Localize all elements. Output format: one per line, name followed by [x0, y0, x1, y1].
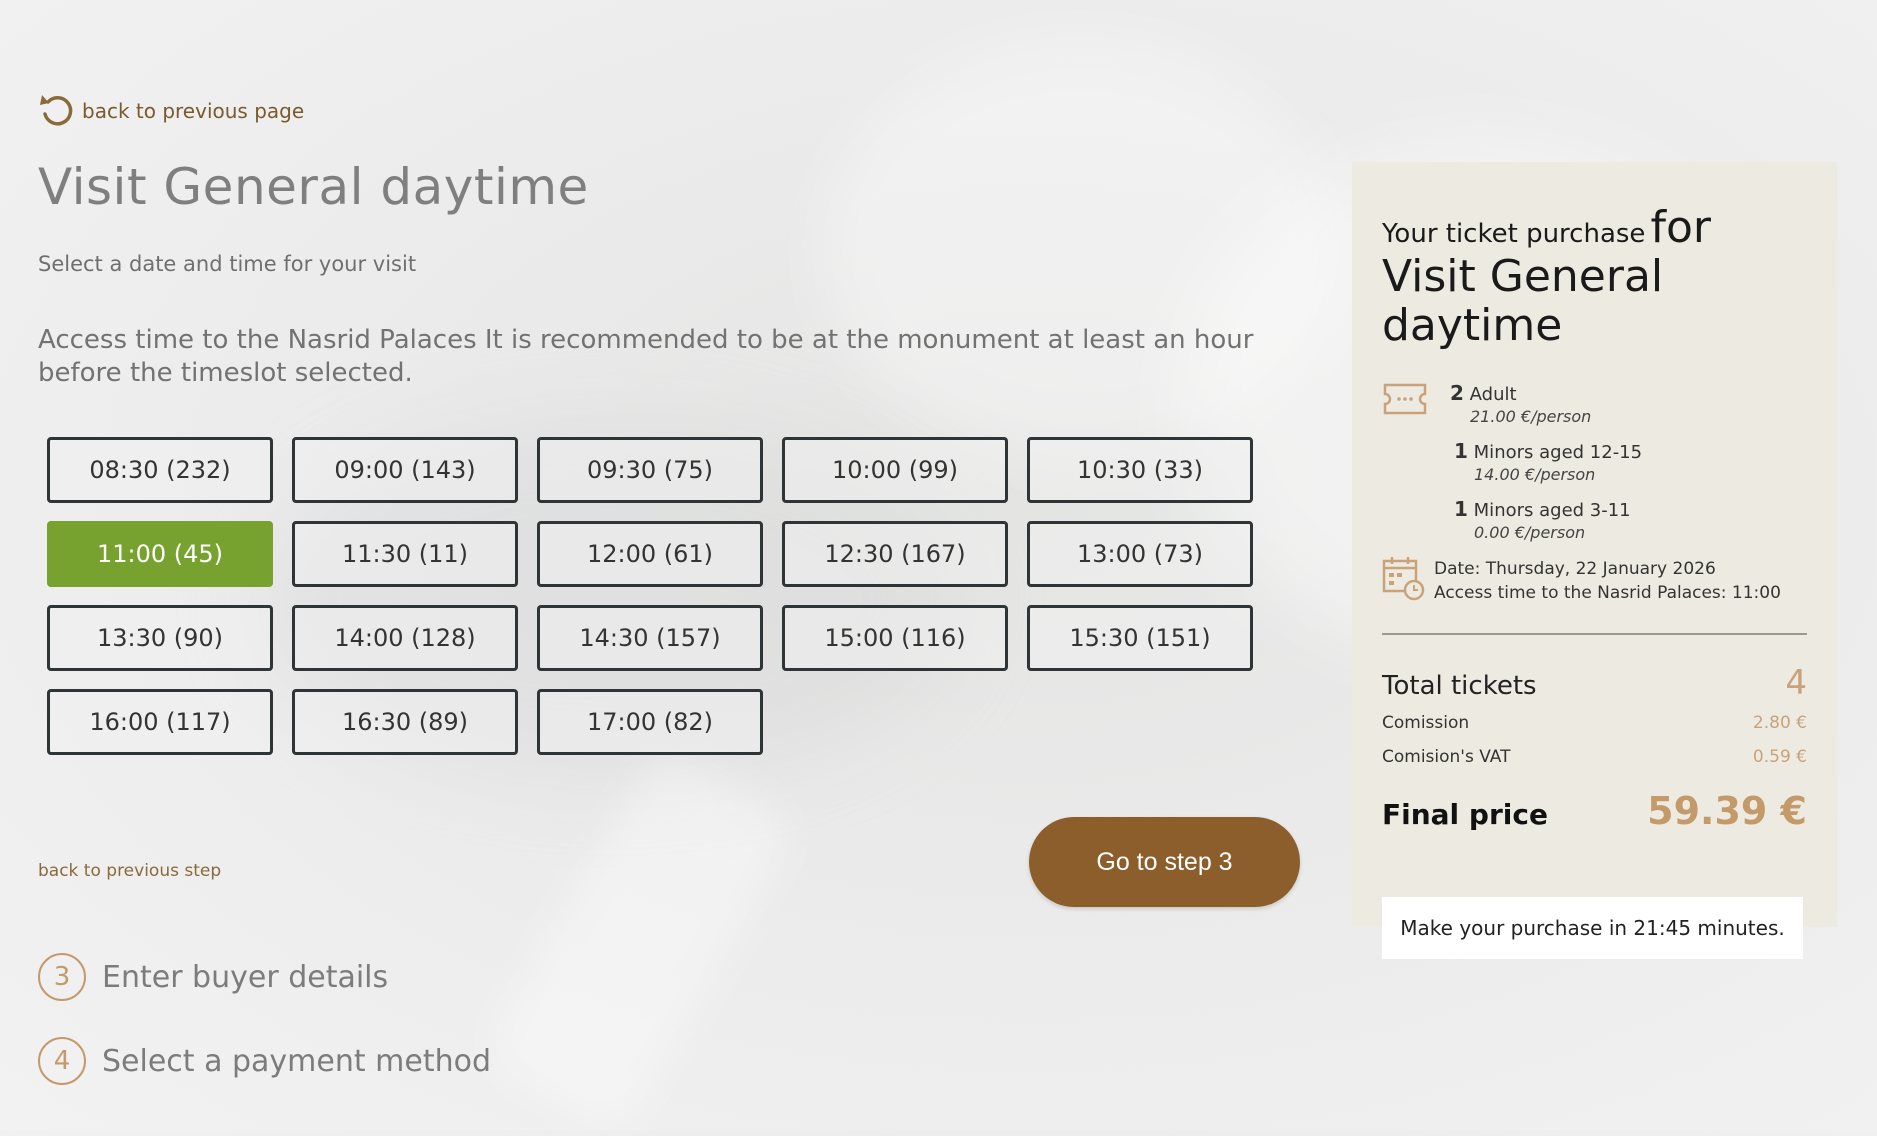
timeslot-grid: 08:30 (232) 09:00 (143) 09:30 (75) 10:00… — [47, 437, 1253, 755]
ticket-icon — [1383, 383, 1427, 415]
step-label: Select a payment method — [102, 1043, 492, 1079]
step-label: Enter buyer details — [102, 959, 389, 995]
calendar-clock-icon — [1382, 557, 1425, 601]
visit-date-block: Date: Thursday, 22 January 2026 Access t… — [1382, 555, 1807, 611]
ticket-row: 1 Minors aged 3-11 0.00 €/person — [1454, 497, 1631, 542]
commission-label: Comission — [1382, 713, 1470, 733]
timeslot-button[interactable]: 16:00 (117) — [47, 689, 273, 755]
summary-title-small: Your ticket purchase — [1382, 219, 1646, 249]
timeslot-button[interactable]: 10:00 (99) — [782, 437, 1008, 503]
timeslot-button[interactable]: 12:30 (167) — [782, 521, 1008, 587]
step-3-header: 3 Enter buyer details — [38, 953, 388, 1001]
back-to-previous-page-label: back to previous page — [82, 99, 305, 123]
total-tickets-row: Total tickets 4 — [1382, 663, 1807, 703]
final-price-row: Final price 59.39 € — [1382, 789, 1807, 833]
summary-title: Your ticket purchase for Visit General d… — [1382, 206, 1807, 355]
ticket-type: Adult — [1469, 384, 1517, 405]
timeslot-button[interactable]: 11:30 (11) — [292, 521, 518, 587]
ticket-qty: 2 — [1450, 381, 1464, 405]
commission-value: 2.80 € — [1752, 713, 1807, 733]
timeslot-button[interactable]: 15:00 (116) — [782, 605, 1008, 671]
step-number-badge: 3 — [38, 953, 86, 1001]
vat-row: Comision's VAT 0.59 € — [1382, 747, 1807, 767]
page-subtitle: Select a date and time for your visit — [38, 252, 417, 276]
vat-label: Comision's VAT — [1382, 747, 1511, 767]
timeslot-button[interactable]: 17:00 (82) — [537, 689, 763, 755]
ticket-row: 2 Adult 21.00 €/person — [1450, 381, 1591, 426]
back-to-previous-step-link[interactable]: back to previous step — [38, 861, 221, 881]
timeslot-button[interactable]: 16:30 (89) — [292, 689, 518, 755]
ticket-price: 21.00 €/person — [1470, 407, 1592, 426]
ticket-qty: 1 — [1454, 439, 1468, 463]
timeslot-button[interactable]: 14:30 (157) — [537, 605, 763, 671]
final-price-label: Final price — [1382, 798, 1548, 831]
page-title: Visit General daytime — [38, 158, 589, 216]
step-4-header: 4 Select a payment method — [38, 1037, 491, 1085]
go-to-step-3-button[interactable]: Go to step 3 — [1029, 817, 1300, 907]
ticket-qty: 1 — [1454, 497, 1468, 521]
back-to-previous-page-link[interactable]: back to previous page — [38, 92, 304, 130]
ticket-price: 14.00 €/person — [1474, 465, 1596, 484]
access-time: Access time to the Nasrid Palaces: 11:00 — [1434, 583, 1781, 603]
purchase-summary-panel: Your ticket purchase for Visit General d… — [1352, 162, 1837, 959]
step-number-badge: 4 — [38, 1037, 86, 1085]
timeslot-button[interactable]: 14:00 (128) — [292, 605, 518, 671]
final-price-value: 59.39 € — [1647, 789, 1807, 833]
timeslot-button[interactable]: 09:30 (75) — [537, 437, 763, 503]
timeslot-button[interactable]: 09:00 (143) — [292, 437, 518, 503]
access-notice: Access time to the Nasrid Palaces It is … — [38, 325, 1254, 388]
total-tickets-label: Total tickets — [1382, 671, 1537, 701]
commission-row: Comission 2.80 € — [1382, 713, 1807, 733]
purchase-timer: Make your purchase in 21:45 minutes. — [1382, 897, 1803, 959]
visit-date: Date: Thursday, 22 January 2026 — [1434, 559, 1716, 579]
timeslot-button[interactable]: 11:00 (45) — [47, 521, 273, 587]
ticket-price: 0.00 €/person — [1474, 523, 1586, 542]
visit-date-text: Date: Thursday, 22 January 2026 Access t… — [1434, 557, 1781, 605]
background-blur — [820, 40, 1340, 460]
ticket-row: 1 Minors aged 12-15 14.00 €/person — [1454, 439, 1642, 484]
divider — [1382, 633, 1807, 635]
timeslot-button[interactable]: 13:00 (73) — [1027, 521, 1253, 587]
timeslot-button[interactable]: 12:00 (61) — [537, 521, 763, 587]
ticket-type: Minors aged 3-11 — [1473, 500, 1631, 521]
ticket-type: Minors aged 12-15 — [1473, 442, 1643, 463]
timeslot-button[interactable]: 13:30 (90) — [47, 605, 273, 671]
timeslot-button[interactable]: 10:30 (33) — [1027, 437, 1253, 503]
ticket-list: 2 Adult 21.00 €/person 1 Minors aged 12-… — [1382, 381, 1807, 542]
vat-value: 0.59 € — [1752, 747, 1807, 767]
total-tickets-value: 4 — [1785, 663, 1807, 703]
background-blur — [480, 744, 800, 1136]
undo-arrow-icon — [40, 95, 73, 126]
timeslot-button[interactable]: 15:30 (151) — [1027, 605, 1253, 671]
timeslot-button[interactable]: 08:30 (232) — [47, 437, 273, 503]
